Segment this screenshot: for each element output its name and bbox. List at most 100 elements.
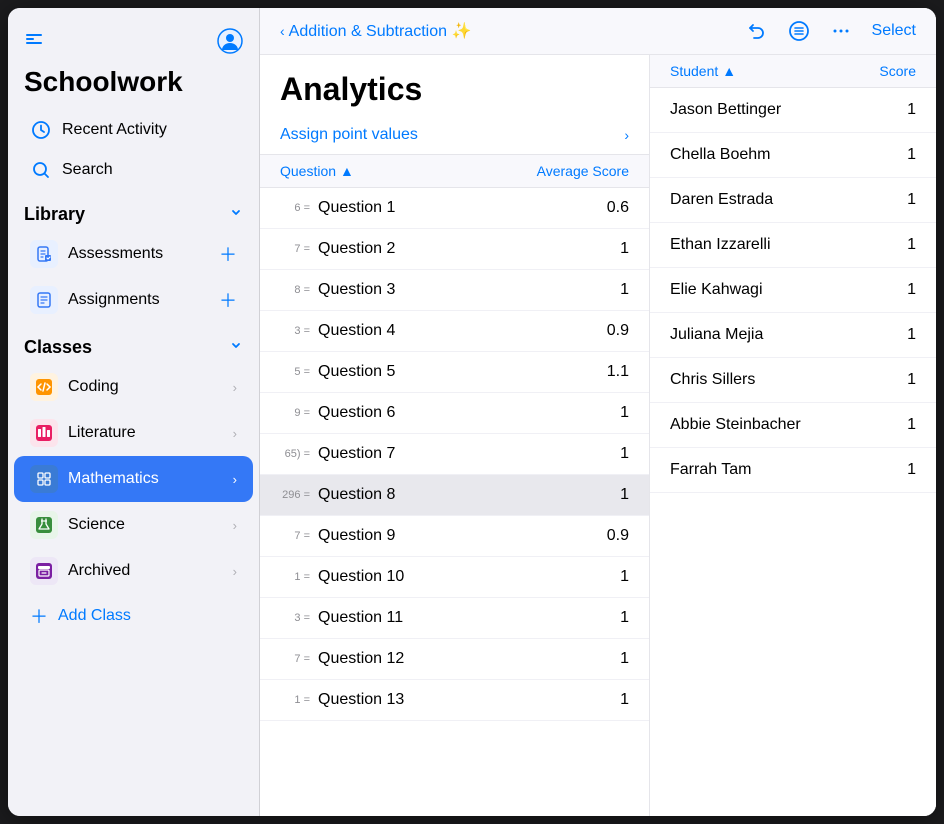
sidebar-item-mathematics[interactable]: Mathematics › <box>14 456 253 502</box>
question-name: Question 8 <box>318 486 599 504</box>
question-prefix: 1 = <box>268 571 318 583</box>
more-button[interactable] <box>830 20 852 42</box>
question-name: Question 3 <box>318 281 599 299</box>
question-score: 1 <box>599 691 629 709</box>
question-row[interactable]: 5 = Question 5 1.1 <box>260 352 649 393</box>
student-score: 1 <box>907 281 916 299</box>
sidebar-item-coding[interactable]: Coding › <box>14 364 253 410</box>
sidebar-item-recent-activity[interactable]: Recent Activity <box>14 110 253 150</box>
sidebar-item-literature[interactable]: Literature › <box>14 410 253 456</box>
question-row[interactable]: 1 = Question 13 1 <box>260 680 649 721</box>
back-chevron-icon: ‹ <box>280 23 285 39</box>
question-sort-button[interactable]: Question ▲ <box>280 163 354 179</box>
add-assignment-button[interactable]: ＋ <box>219 287 237 313</box>
sidebar-toggle-button[interactable] <box>24 31 44 51</box>
student-name: Jason Bettinger <box>670 101 781 119</box>
students-list: Jason Bettinger 1 Chella Boehm 1 Daren E… <box>650 88 936 816</box>
question-name: Question 13 <box>318 691 599 709</box>
mathematics-chevron-icon: › <box>233 472 237 487</box>
question-prefix: 7 = <box>268 653 318 665</box>
question-row[interactable]: 1 = Question 10 1 <box>260 557 649 598</box>
add-class-button[interactable]: ＋ Add Class <box>14 594 253 638</box>
assign-point-values-row[interactable]: Assign point values › <box>260 116 649 155</box>
question-prefix: 6 = <box>268 202 318 214</box>
question-prefix: 7 = <box>268 530 318 542</box>
list-view-button[interactable] <box>788 20 810 42</box>
library-title: Library <box>24 204 85 225</box>
recent-activity-label: Recent Activity <box>62 121 237 139</box>
content-area: Analytics Assign point values › Question… <box>260 55 936 816</box>
question-name: Question 10 <box>318 568 599 586</box>
profile-button[interactable] <box>217 28 243 54</box>
add-class-plus-icon: ＋ <box>30 603 48 629</box>
assignments-label: Assignments <box>68 291 209 309</box>
assign-point-chevron-icon: › <box>624 127 629 143</box>
question-row[interactable]: 6 = Question 1 0.6 <box>260 188 649 229</box>
student-row[interactable]: Abbie Steinbacher 1 <box>650 403 936 448</box>
question-score: 1 <box>599 240 629 258</box>
student-name: Chris Sillers <box>670 371 755 389</box>
question-row[interactable]: 9 = Question 6 1 <box>260 393 649 434</box>
student-row[interactable]: Jason Bettinger 1 <box>650 88 936 133</box>
question-column-label: Question <box>280 163 336 179</box>
coding-label: Coding <box>68 378 223 396</box>
question-row[interactable]: 65) = Question 7 1 <box>260 434 649 475</box>
back-button[interactable]: ‹ Addition & Subtraction ✨ <box>280 21 471 53</box>
question-name: Question 4 <box>318 322 599 340</box>
library-item-assignments[interactable]: Assignments ＋ <box>14 277 253 323</box>
archived-icon <box>30 557 58 585</box>
undo-button[interactable] <box>746 20 768 42</box>
question-prefix: 7 = <box>268 243 318 255</box>
student-row[interactable]: Juliana Mejia 1 <box>650 313 936 358</box>
library-item-assessments[interactable]: Assessments ＋ <box>14 231 253 277</box>
student-name: Elie Kahwagi <box>670 281 763 299</box>
question-score: 1 <box>599 281 629 299</box>
student-sort-button[interactable]: Student ▲ <box>670 63 736 79</box>
student-row[interactable]: Daren Estrada 1 <box>650 178 936 223</box>
student-name: Chella Boehm <box>670 146 771 164</box>
question-row[interactable]: 3 = Question 11 1 <box>260 598 649 639</box>
question-row[interactable]: 7 = Question 12 1 <box>260 639 649 680</box>
question-row[interactable]: 7 = Question 2 1 <box>260 229 649 270</box>
library-section-header[interactable]: Library <box>8 190 259 231</box>
student-row[interactable]: Chella Boehm 1 <box>650 133 936 178</box>
student-score: 1 <box>907 461 916 479</box>
question-score: 0.6 <box>599 199 629 217</box>
archived-label: Archived <box>68 562 223 580</box>
student-row[interactable]: Farrah Tam 1 <box>650 448 936 493</box>
question-row[interactable]: 3 = Question 4 0.9 <box>260 311 649 352</box>
classes-section-header[interactable]: Classes <box>8 323 259 364</box>
students-panel: Student ▲ Score Jason Bettinger 1 Chella… <box>650 55 936 816</box>
mathematics-icon <box>30 465 58 493</box>
student-row[interactable]: Elie Kahwagi 1 <box>650 268 936 313</box>
sidebar-item-search[interactable]: Search <box>14 150 253 190</box>
add-assessment-button[interactable]: ＋ <box>219 241 237 267</box>
question-score: 1 <box>599 404 629 422</box>
sidebar-item-science[interactable]: Science › <box>14 502 253 548</box>
coding-icon <box>30 373 58 401</box>
student-column-label: Student <box>670 63 718 79</box>
main-content: ‹ Addition & Subtraction ✨ <box>260 8 936 816</box>
question-row[interactable]: 7 = Question 9 0.9 <box>260 516 649 557</box>
select-button[interactable]: Select <box>872 22 916 40</box>
question-name: Question 12 <box>318 650 599 668</box>
classes-title: Classes <box>24 337 92 358</box>
assessments-icon <box>30 240 58 268</box>
question-prefix: 3 = <box>268 612 318 624</box>
analytics-title: Analytics <box>260 55 649 116</box>
assessments-label: Assessments <box>68 245 209 263</box>
question-row[interactable]: 8 = Question 3 1 <box>260 270 649 311</box>
student-row[interactable]: Chris Sillers 1 <box>650 358 936 403</box>
question-score: 1 <box>599 486 629 504</box>
assignments-icon <box>30 286 58 314</box>
question-score: 1 <box>599 609 629 627</box>
question-row[interactable]: 296 = Question 8 1 <box>260 475 649 516</box>
student-row[interactable]: Ethan Izzarelli 1 <box>650 223 936 268</box>
question-prefix: 296 = <box>268 489 318 501</box>
question-prefix: 1 = <box>268 694 318 706</box>
app-title: Schoolwork <box>8 66 259 110</box>
sidebar-item-archived[interactable]: Archived › <box>14 548 253 594</box>
literature-chevron-icon: › <box>233 426 237 441</box>
student-sort-icon: ▲ <box>722 63 736 79</box>
question-score: 1.1 <box>599 363 629 381</box>
